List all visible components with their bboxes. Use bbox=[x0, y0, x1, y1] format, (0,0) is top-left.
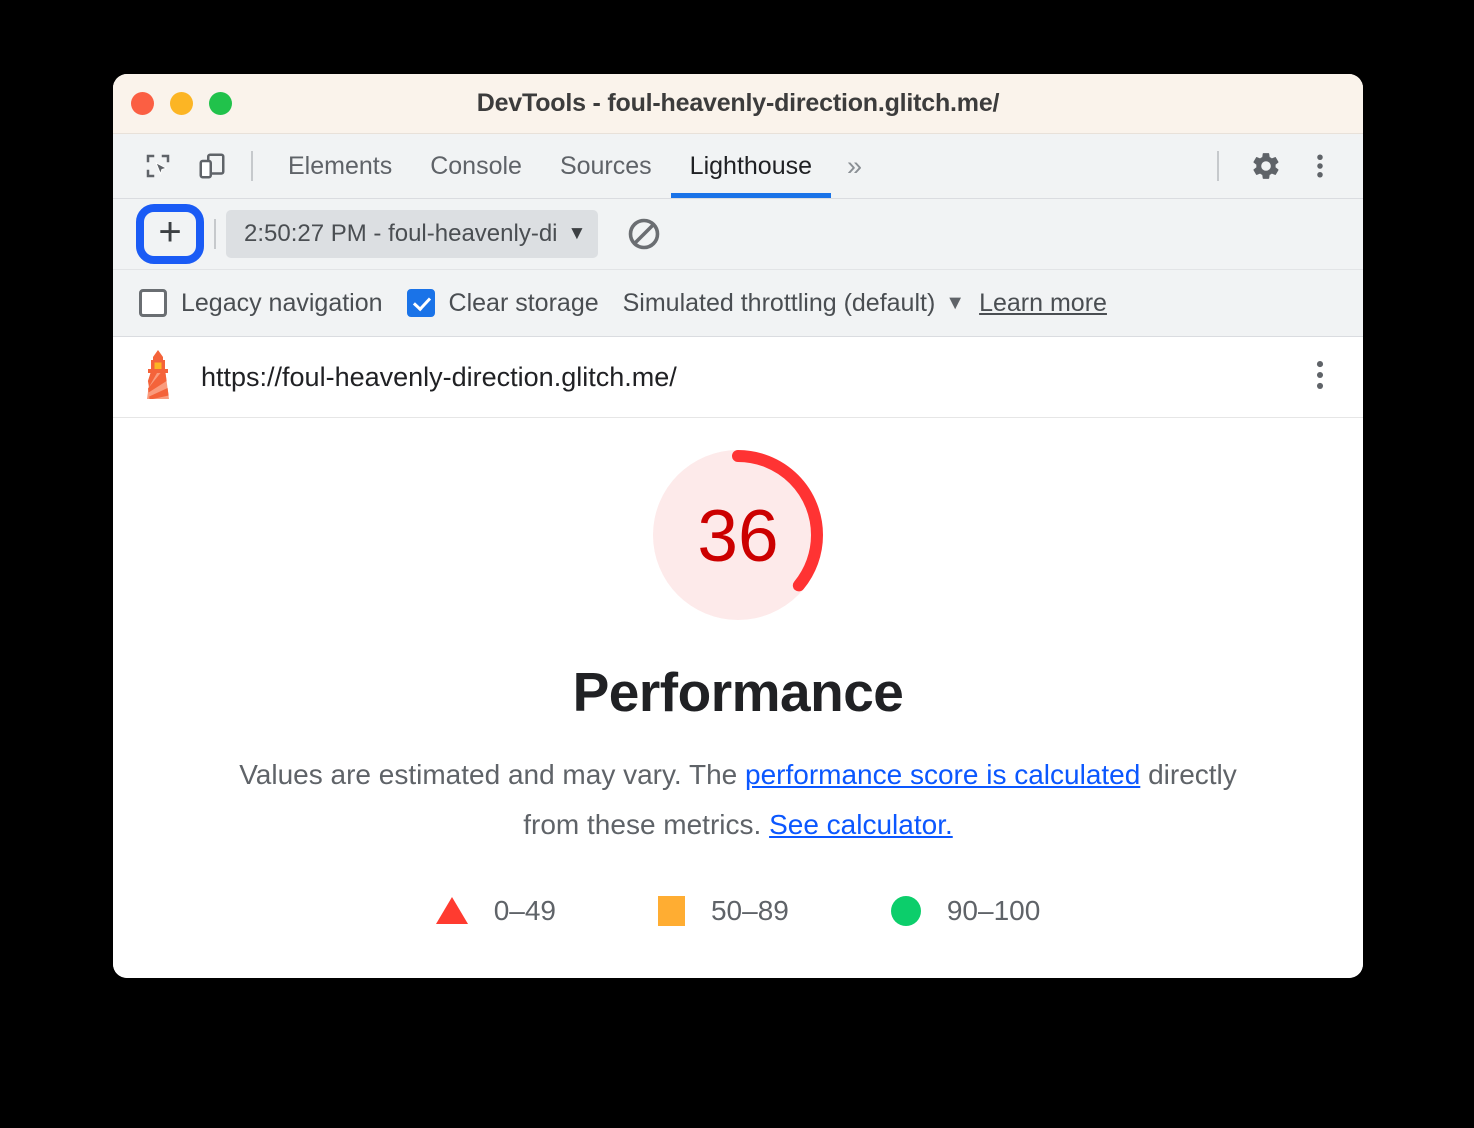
report-description: Values are estimated and may vary. The p… bbox=[238, 750, 1238, 851]
screenshot-root: DevTools - foul-heavenly-direction.glitc… bbox=[0, 0, 1474, 1128]
triangle-icon bbox=[435, 897, 468, 925]
performance-score: 36 bbox=[697, 495, 779, 577]
performance-score-link[interactable]: performance score is calculated bbox=[745, 759, 1140, 790]
maximize-button[interactable] bbox=[209, 92, 232, 115]
tab-console[interactable]: Console bbox=[411, 134, 541, 198]
lighthouse-options-row: Legacy navigation Clear storage Simulate… bbox=[113, 270, 1363, 337]
legacy-navigation-label: Legacy navigation bbox=[181, 288, 383, 317]
devtools-tabbar: Elements Console Sources Lighthouse » bbox=[113, 134, 1363, 199]
close-button[interactable] bbox=[131, 92, 154, 115]
plus-icon: + bbox=[158, 210, 182, 254]
more-tabs-icon[interactable]: » bbox=[831, 134, 878, 198]
report-select[interactable]: 2:50:27 PM - foul-heavenly-di ▼ bbox=[226, 210, 599, 258]
throttling-select[interactable]: Simulated throttling (default) ▼ bbox=[623, 289, 979, 318]
window-title: DevTools - foul-heavenly-direction.glitc… bbox=[476, 89, 1000, 117]
gear-icon[interactable] bbox=[1243, 143, 1289, 189]
device-toolbar-icon[interactable] bbox=[189, 143, 235, 189]
window-titlebar: DevTools - foul-heavenly-direction.glitc… bbox=[113, 74, 1363, 134]
clear-storage-label: Clear storage bbox=[448, 288, 599, 317]
window-controls bbox=[131, 92, 232, 115]
tab-sources[interactable]: Sources bbox=[541, 134, 671, 198]
legend-label-pass: 90–100 bbox=[946, 894, 1041, 926]
description-text-1: Values are estimated and may vary. The bbox=[239, 759, 746, 790]
report-select-value: 2:50:27 PM - foul-heavenly-di bbox=[244, 220, 558, 247]
lighthouse-icon bbox=[137, 349, 179, 406]
no-entry-icon[interactable] bbox=[624, 214, 664, 254]
page-title: Performance bbox=[572, 661, 904, 723]
legacy-navigation-option[interactable]: Legacy navigation bbox=[139, 289, 383, 318]
chevron-down-icon: ▼ bbox=[567, 223, 587, 244]
lighthouse-report: 36 Performance Values are estimated and … bbox=[113, 418, 1363, 978]
toolbar-divider-right bbox=[1217, 151, 1219, 181]
clear-storage-checkbox[interactable] bbox=[406, 289, 435, 317]
new-report-button[interactable]: + bbox=[136, 204, 204, 264]
legend-label-average: 50–89 bbox=[710, 894, 789, 926]
learn-more-link[interactable]: Learn more bbox=[979, 289, 1107, 318]
minimize-button[interactable] bbox=[170, 92, 193, 115]
legend-item-pass: 90–100 bbox=[890, 894, 1041, 927]
legacy-navigation-checkbox[interactable] bbox=[139, 289, 167, 317]
legend-label-fail: 0–49 bbox=[493, 894, 556, 926]
report-url-row: https://foul-heavenly-direction.glitch.m… bbox=[113, 337, 1363, 418]
report-more-vertical-icon[interactable] bbox=[1305, 358, 1335, 397]
legend-item-fail: 0–49 bbox=[435, 894, 556, 927]
lh-toolbar-divider bbox=[214, 219, 216, 249]
throttling-label: Simulated throttling (default) bbox=[622, 288, 936, 317]
legend-item-average: 50–89 bbox=[657, 894, 789, 927]
inspect-element-icon[interactable] bbox=[135, 143, 181, 189]
tabbar-right-actions bbox=[1201, 143, 1363, 189]
tab-elements[interactable]: Elements bbox=[269, 134, 411, 198]
circle-icon bbox=[890, 895, 921, 926]
performance-gauge: 36 bbox=[643, 440, 833, 630]
chevron-down-icon-throttling: ▼ bbox=[945, 291, 966, 314]
square-icon bbox=[657, 895, 685, 926]
toolbar-divider bbox=[251, 151, 253, 181]
report-url: https://foul-heavenly-direction.glitch.m… bbox=[201, 361, 677, 392]
see-calculator-link[interactable]: See calculator. bbox=[769, 809, 953, 840]
score-legend: 0–49 50–89 90–100 bbox=[435, 894, 1041, 927]
clear-storage-option[interactable]: Clear storage bbox=[406, 288, 599, 318]
tab-lighthouse[interactable]: Lighthouse bbox=[670, 134, 832, 198]
more-vertical-icon[interactable] bbox=[1297, 143, 1343, 189]
lighthouse-toolbar: + 2:50:27 PM - foul-heavenly-di ▼ bbox=[113, 199, 1363, 270]
devtools-window: DevTools - foul-heavenly-direction.glitc… bbox=[113, 74, 1363, 978]
